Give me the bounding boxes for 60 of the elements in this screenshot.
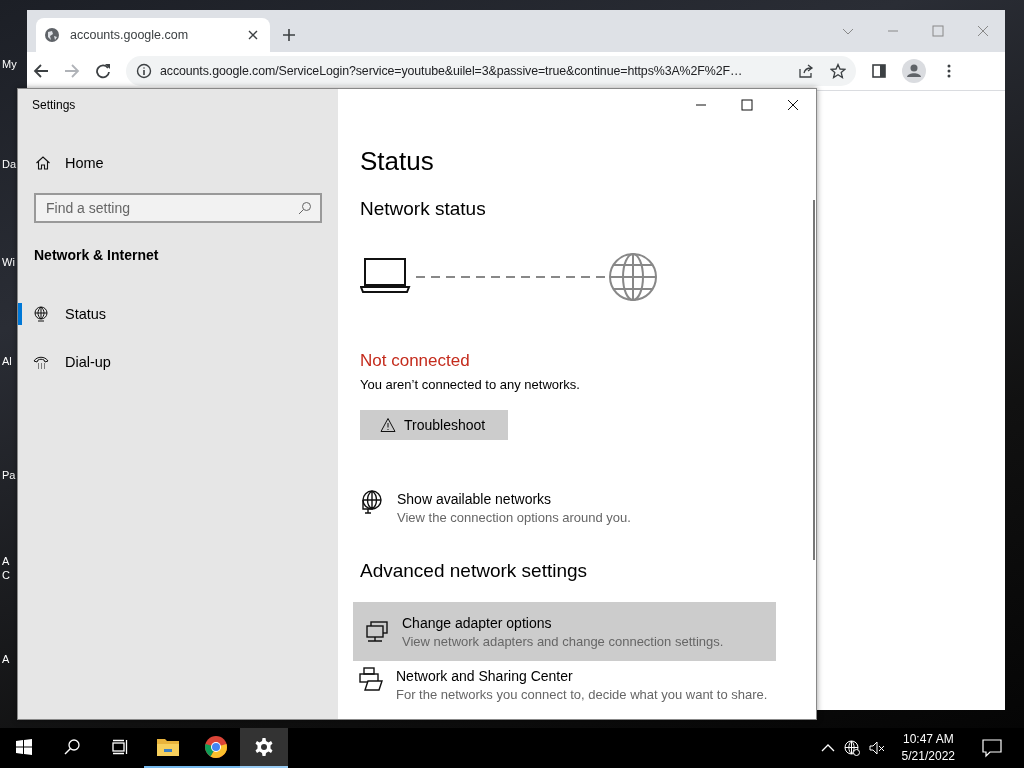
section-heading: Network status (360, 197, 486, 221)
speaker-muted-icon[interactable] (868, 740, 885, 756)
connection-status: Not connected (360, 350, 470, 372)
start-icon (16, 739, 32, 755)
troubleshoot-button[interactable]: Troubleshoot (360, 410, 508, 440)
share-icon[interactable] (798, 63, 814, 79)
taskbar-button[interactable] (240, 728, 288, 768)
notifications-icon[interactable] (982, 738, 1002, 758)
printer-folder-icon (359, 667, 383, 691)
desktop-icon-label[interactable]: A (2, 653, 10, 665)
search-icon (298, 201, 312, 215)
desktop-icon-label[interactable]: Wi (2, 256, 15, 268)
address-bar[interactable]: accounts.google.com/ServiceLogin?service=youtube&uilel=3&passive=true&continue=https%3A%2F%2F… (126, 56, 856, 86)
desktop-icon-label[interactable]: Pa (2, 469, 16, 481)
globe-icon[interactable] (843, 740, 860, 756)
desktop-icon-label[interactable]: Da (2, 158, 17, 170)
nav-item[interactable]: Dial-up (18, 338, 338, 386)
avatar-icon[interactable] (902, 59, 926, 83)
link-description: View the connection options around you. (397, 509, 631, 526)
nav-item[interactable]: Status (18, 290, 338, 338)
globe-icon (44, 27, 60, 43)
desktop-icon-label[interactable]: My (2, 58, 17, 70)
side-panel-icon[interactable] (871, 63, 887, 79)
task-view-icon (112, 739, 128, 755)
globe-icon (33, 306, 49, 322)
star-icon[interactable] (830, 63, 846, 79)
settings-link[interactable]: Show available networks View the connection options around you. (360, 490, 631, 526)
scrollbar[interactable] (813, 200, 815, 560)
clock[interactable]: 10:47 AM 5/21/2022 (893, 731, 963, 765)
search-field[interactable]: Find a setting (34, 193, 322, 223)
settings-link[interactable]: Network and Sharing Center For the networks you connect to, decide what you want to share. (359, 667, 782, 703)
page-title: Status (360, 145, 434, 177)
link-description: View network adapters and change connection settings. (402, 632, 724, 650)
gear-icon (254, 737, 274, 757)
close-icon[interactable] (248, 30, 258, 40)
desktop-icon-label[interactable]: A (2, 555, 10, 567)
status-detail: You aren’t connected to any networks. (360, 376, 580, 394)
link-title: Show available networks (397, 490, 553, 509)
link-title: Change adapter options (402, 613, 553, 633)
section-heading: Network & Internet (33, 246, 160, 265)
home-icon (35, 155, 51, 171)
section-heading: Advanced network settings (360, 559, 588, 583)
search-icon (64, 739, 80, 755)
browser-tab[interactable]: accounts.google.com (36, 18, 270, 52)
back-icon[interactable] (33, 63, 49, 79)
link-description: For the networks you connect to, decide what you want to share. (396, 686, 768, 703)
phone-icon (33, 354, 49, 370)
desktop-icon-label[interactable]: C (2, 569, 10, 581)
browser-icon (204, 735, 228, 759)
plus-icon[interactable] (282, 28, 296, 42)
window-title: Settings (31, 97, 77, 114)
link-title: Network and Sharing Center (396, 667, 574, 686)
settings-link[interactable]: Change adapter options View network adapters and change connection settings. (353, 602, 776, 661)
desktop-icon-label[interactable]: Al (2, 355, 12, 367)
info-icon (136, 63, 152, 79)
home-link[interactable]: Home (18, 146, 338, 180)
warning-icon (380, 417, 396, 433)
reload-icon[interactable] (95, 63, 111, 79)
monitors-icon (365, 619, 389, 644)
globe-icon (360, 490, 384, 514)
